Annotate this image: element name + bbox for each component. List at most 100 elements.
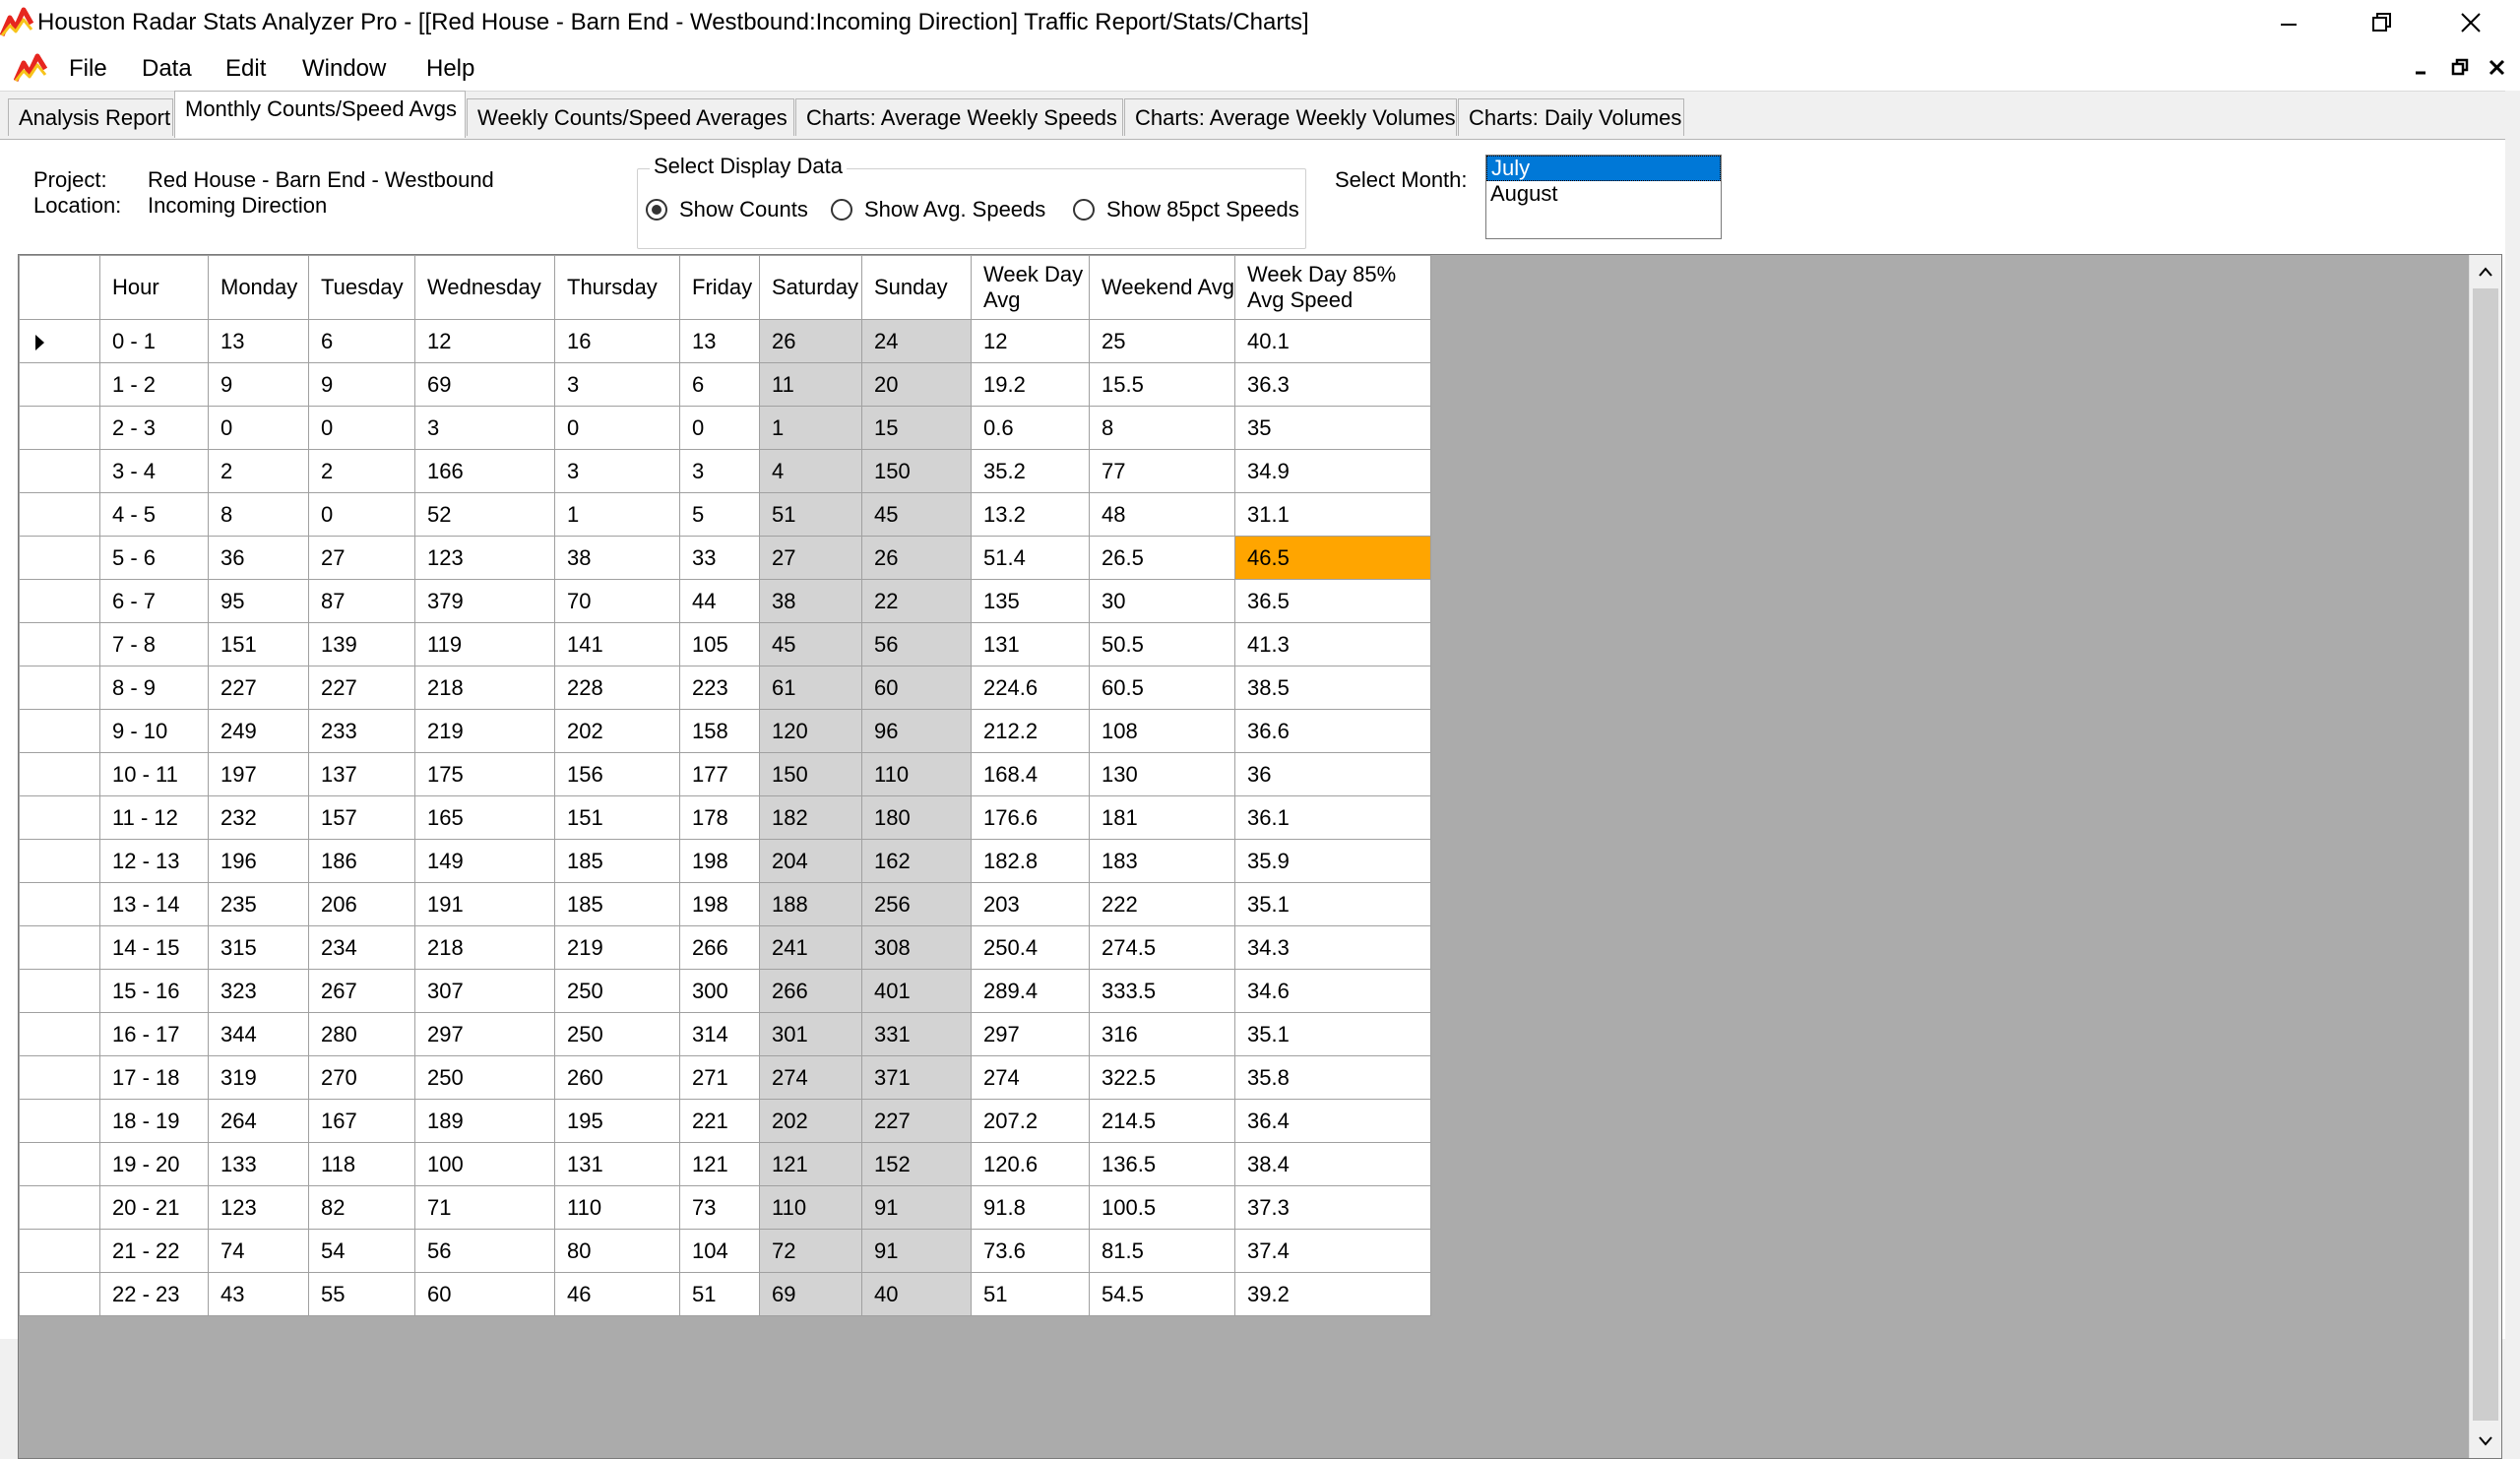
menu-data[interactable]: Data (142, 55, 192, 83)
tab-charts-weekly-volumes[interactable]: Charts: Average Weekly Volumes (1124, 98, 1457, 136)
table-cell[interactable]: 16 - 17 (99, 1012, 209, 1056)
table-cell[interactable]: 5 - 6 (99, 536, 209, 580)
table-cell[interactable]: 158 (679, 709, 760, 753)
table-cell[interactable]: 73.6 (971, 1229, 1090, 1273)
table-cell[interactable]: 80 (554, 1229, 680, 1273)
table-cell[interactable]: 91 (861, 1185, 972, 1230)
table-cell[interactable]: 322.5 (1089, 1055, 1235, 1100)
menu-help[interactable]: Help (426, 55, 474, 83)
table-row[interactable]: 9 - 10 249 233 219 202 158 120 96 212.2 108 36.6 (19, 709, 1431, 753)
table-cell[interactable]: 18 - 19 (99, 1099, 209, 1143)
table-cell[interactable]: 9 - 10 (99, 709, 209, 753)
table-cell[interactable]: 204 (759, 839, 862, 883)
table-cell[interactable]: 123 (208, 1185, 309, 1230)
table-cell[interactable]: 214.5 (1089, 1099, 1235, 1143)
table-cell[interactable]: 56 (414, 1229, 555, 1273)
table-cell[interactable]: 2 (308, 449, 415, 493)
table-cell[interactable]: 157 (308, 795, 415, 840)
month-option-july[interactable]: July (1486, 156, 1721, 181)
table-cell[interactable]: 69 (759, 1272, 862, 1316)
table-cell[interactable]: 31.1 (1234, 492, 1431, 537)
table-cell[interactable]: 260 (554, 1055, 680, 1100)
table-cell[interactable]: 13 (208, 319, 309, 363)
table-cell[interactable]: 178 (679, 795, 760, 840)
row-header[interactable] (19, 622, 100, 666)
column-header-weekend-avg[interactable]: Weekend Avg (1089, 255, 1235, 320)
table-row[interactable]: 21 - 22 74 54 56 80 104 72 91 73.6 81.5 37.4 (19, 1229, 1431, 1273)
table-cell[interactable]: 54 (308, 1229, 415, 1273)
table-row[interactable]: 20 - 21 123 82 71 110 73 110 91 91.8 100.5 37.3 (19, 1185, 1431, 1230)
table-cell[interactable]: 36.3 (1234, 362, 1431, 407)
table-cell[interactable]: 60 (861, 666, 972, 710)
table-cell[interactable]: 100 (414, 1142, 555, 1186)
table-cell[interactable]: 1 - 2 (99, 362, 209, 407)
radio-show-85pct-speeds[interactable]: Show 85pct Speeds (1073, 197, 1299, 222)
table-cell[interactable]: 40 (861, 1272, 972, 1316)
table-cell[interactable]: 167 (308, 1099, 415, 1143)
table-cell[interactable]: 0 (679, 406, 760, 450)
table-cell[interactable]: 227 (308, 666, 415, 710)
table-cell[interactable]: 196 (208, 839, 309, 883)
table-cell[interactable]: 186 (308, 839, 415, 883)
table-cell[interactable]: 50.5 (1089, 622, 1235, 666)
table-cell[interactable]: 35.1 (1234, 882, 1431, 926)
table-cell[interactable]: 150 (759, 752, 862, 796)
column-header-tuesday[interactable]: Tuesday (308, 255, 415, 320)
table-cell[interactable]: 21 - 22 (99, 1229, 209, 1273)
table-cell[interactable]: 39.2 (1234, 1272, 1431, 1316)
table-cell[interactable]: 10 - 11 (99, 752, 209, 796)
table-cell[interactable]: 1 (759, 406, 862, 450)
table-cell[interactable]: 379 (414, 579, 555, 623)
table-row[interactable]: 22 - 23 43 55 60 46 51 69 40 51 54.5 39.2 (19, 1272, 1431, 1316)
table-cell[interactable]: 45 (759, 622, 862, 666)
row-header[interactable] (19, 1185, 100, 1230)
table-cell[interactable]: 3 (414, 406, 555, 450)
table-cell[interactable]: 3 (554, 449, 680, 493)
table-cell[interactable]: 37.3 (1234, 1185, 1431, 1230)
table-cell[interactable]: 41.3 (1234, 622, 1431, 666)
table-row[interactable]: 17 - 18 319 270 250 260 271 274 371 274 322.5 35.8 (19, 1055, 1431, 1100)
table-cell[interactable]: 223 (679, 666, 760, 710)
table-cell[interactable]: 188 (759, 882, 862, 926)
close-button[interactable] (2426, 0, 2515, 45)
table-cell[interactable]: 1 (554, 492, 680, 537)
table-cell[interactable]: 37.4 (1234, 1229, 1431, 1273)
table-row[interactable]: 3 - 4 2 2 166 3 3 4 150 35.2 77 34.9 (19, 449, 1431, 493)
table-cell[interactable]: 15 - 16 (99, 969, 209, 1013)
table-cell[interactable]: 228 (554, 666, 680, 710)
table-cell[interactable]: 12 (414, 319, 555, 363)
table-row[interactable]: 13 - 14 235 206 191 185 198 188 256 203 222 35.1 (19, 882, 1431, 926)
table-cell[interactable]: 12 - 13 (99, 839, 209, 883)
table-cell[interactable]: 182 (759, 795, 862, 840)
table-cell[interactable]: 20 - 21 (99, 1185, 209, 1230)
tab-charts-weekly-speeds[interactable]: Charts: Average Weekly Speeds (795, 98, 1123, 136)
table-cell[interactable]: 19.2 (971, 362, 1090, 407)
month-listbox[interactable]: July August (1485, 155, 1722, 239)
table-cell[interactable]: 141 (554, 622, 680, 666)
table-cell[interactable]: 130 (1089, 752, 1235, 796)
table-cell[interactable]: 74 (208, 1229, 309, 1273)
table-cell[interactable]: 219 (414, 709, 555, 753)
table-row[interactable]: 14 - 15 315 234 218 219 266 241 308 250.4 274.5 34… (19, 925, 1431, 970)
table-cell[interactable]: 185 (554, 882, 680, 926)
radio-show-avg-speeds[interactable]: Show Avg. Speeds (831, 197, 1045, 222)
table-row[interactable]: 5 - 6 36 27 123 38 33 27 26 51.4 26.5 46.5 (19, 536, 1431, 580)
table-cell[interactable]: 36.4 (1234, 1099, 1431, 1143)
row-header[interactable] (19, 882, 100, 926)
table-cell[interactable]: 0 (208, 406, 309, 450)
table-cell[interactable]: 152 (861, 1142, 972, 1186)
table-cell[interactable]: 91.8 (971, 1185, 1090, 1230)
vertical-scrollbar[interactable] (2469, 255, 2501, 1458)
table-cell[interactable]: 168.4 (971, 752, 1090, 796)
row-header[interactable] (19, 492, 100, 537)
table-cell[interactable]: 256 (861, 882, 972, 926)
table-cell[interactable]: 224.6 (971, 666, 1090, 710)
row-header[interactable] (19, 362, 100, 407)
table-row[interactable]: 1 - 2 9 9 69 3 6 11 20 19.2 15.5 36.3 (19, 362, 1431, 407)
table-cell[interactable]: 15.5 (1089, 362, 1235, 407)
row-header[interactable] (19, 925, 100, 970)
table-cell[interactable]: 344 (208, 1012, 309, 1056)
table-cell[interactable]: 40.1 (1234, 319, 1431, 363)
table-cell[interactable]: 82 (308, 1185, 415, 1230)
menu-edit[interactable]: Edit (225, 55, 266, 83)
